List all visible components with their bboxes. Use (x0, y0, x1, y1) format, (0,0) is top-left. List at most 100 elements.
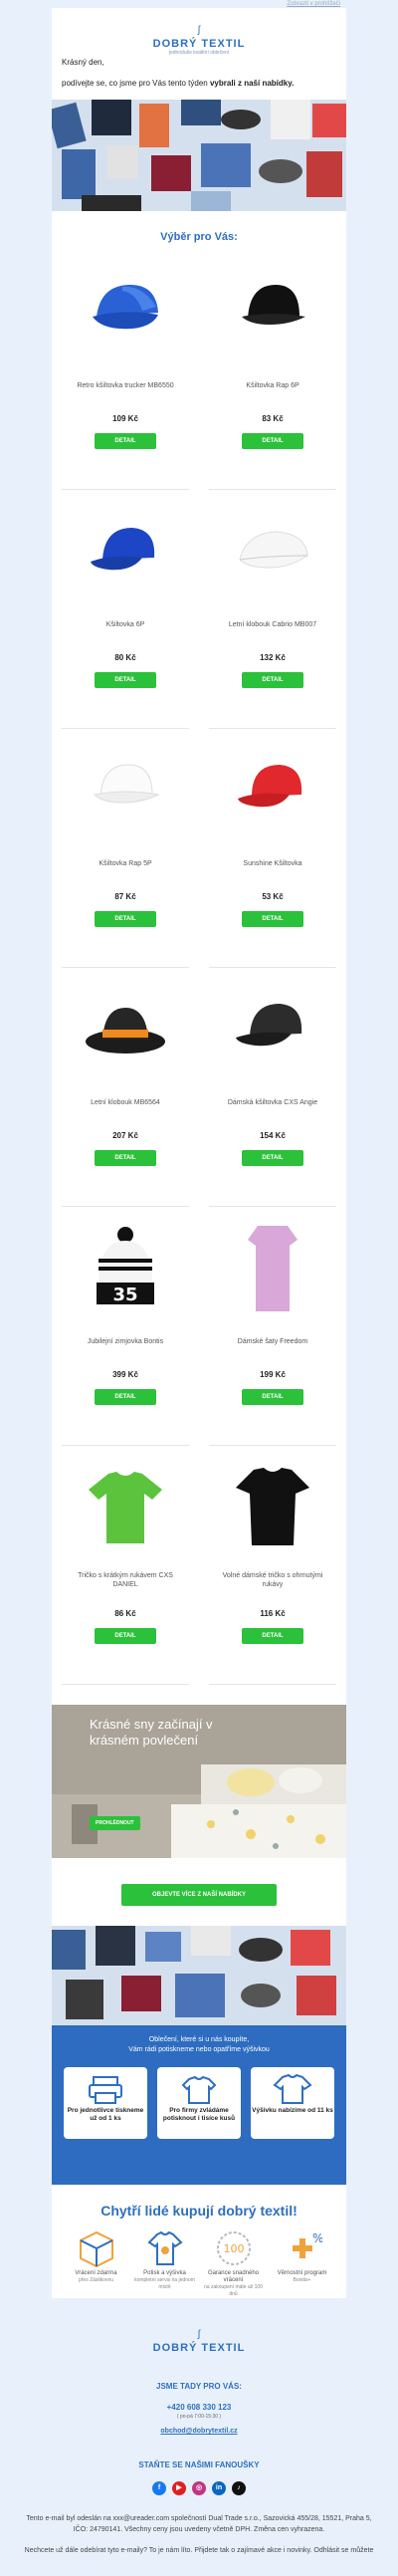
product-card[interactable]: Kšiltovka Rap 5P 87 Kč DETAIL (62, 729, 189, 968)
product-name[interactable]: Dámská kšiltovka CXS Angie (209, 1085, 336, 1119)
legal-text: Tento e-mail byl odeslán na xxx@ureader.… (26, 2515, 372, 2533)
product-image[interactable] (209, 1207, 336, 1316)
print-services-line1: Oblečení, které si u nás koupíte, (148, 2036, 250, 2043)
product-image[interactable] (62, 1446, 189, 1555)
usp-sub-text: Bonitis+ (293, 2277, 311, 2283)
product-card[interactable]: Volné dámské tričko s ohrnutými rukávy 11… (209, 1446, 336, 1685)
product-card[interactable]: Tričko s krátkým rukávem CXS DANIEL 86 Kč… (62, 1446, 189, 1685)
product-name[interactable]: Retro kšiltovka trucker MB6550 (62, 368, 189, 402)
intro-line-start: podívejte se, co jsme pro Vás tento týde… (62, 79, 210, 88)
black-cap-icon (230, 994, 315, 1068)
product-image[interactable] (209, 729, 336, 838)
product-name[interactable]: Kšiltovka 6P (62, 607, 189, 641)
product-detail-button[interactable]: DETAIL (242, 672, 303, 688)
intro-line-bold: vybrali z naší nabídky. (209, 79, 295, 88)
product-name[interactable]: Letní klobouk MB6564 (62, 1085, 189, 1119)
product-card[interactable]: Letní klobouk MB6564 207 Kč DETAIL (62, 968, 189, 1207)
print-services-section: Oblečení, které si u nás koupíte, Vám rá… (52, 2025, 346, 2185)
view-in-browser-link[interactable]: Zobrazit v prohlížeči (287, 1, 340, 7)
product-image[interactable] (62, 968, 189, 1077)
print-features: Pro jednotlivce tiskneme už od 1 ks Pro f… (52, 2067, 346, 2139)
product-name[interactable]: Sunshine Kšiltovka (209, 846, 336, 880)
bedding-browse-button[interactable]: PROHLÉDNOUT (90, 1816, 140, 1830)
contact-phone[interactable]: +420 608 330 123 (0, 2403, 398, 2412)
product-card[interactable]: Dámské šaty Freedom 199 Kč DETAIL (209, 1207, 336, 1446)
product-name[interactable]: Tričko s krátkým rukávem CXS DANIEL (62, 1563, 189, 1597)
usp-sub-text: přes Zásilkovnu (78, 2277, 113, 2283)
hanger-icon: ʃ (197, 25, 201, 36)
product-detail-button[interactable]: DETAIL (242, 1389, 303, 1405)
youtube-icon[interactable]: ▶ (172, 2481, 186, 2495)
product-image[interactable] (62, 490, 189, 599)
box-icon (65, 2228, 128, 2270)
product-card[interactable]: 35 Jubilejní zimjovka Bontis 399 Kč DETAIL (62, 1207, 189, 1446)
product-price: 80 Kč (114, 653, 136, 662)
product-card[interactable]: Kšiltovka 6P 80 Kč DETAIL (62, 490, 189, 729)
product-price: 132 Kč (260, 653, 286, 662)
contact-email[interactable]: obchod@dobrytextil.cz (0, 2428, 398, 2435)
product-name[interactable]: Kšiltovka Rap 6P (209, 368, 336, 402)
clothing-banner-2[interactable] (52, 1926, 346, 2025)
product-detail-button[interactable]: DETAIL (95, 1150, 156, 1166)
usp-title-text: Garance snadného vrácení (207, 2270, 260, 2283)
footer-brand-logo[interactable]: ʃ DOBRÝ TEXTIL (153, 2324, 246, 2354)
product-image[interactable] (209, 251, 336, 360)
product-name[interactable]: Letní klobouk Cabrio MB007 (209, 607, 336, 641)
red-cap-icon (230, 755, 315, 829)
summer-hat-icon (83, 994, 168, 1068)
product-detail-button[interactable]: DETAIL (95, 433, 156, 449)
product-card[interactable]: Letní klobouk Cabrio MB007 132 Kč DETAIL (209, 490, 336, 729)
product-image[interactable] (209, 968, 336, 1077)
bedding-banner[interactable]: Krásné sny začínají v krásném povlečení … (52, 1705, 346, 1858)
black-tshirt-icon (230, 1462, 315, 1556)
product-image[interactable]: 35 (62, 1207, 189, 1316)
product-name[interactable]: Dámské šaty Freedom (209, 1324, 336, 1358)
product-name[interactable]: Jubilejní zimjovka Bontis (62, 1324, 189, 1358)
print-feature: Výšivku nabízíme od 11 ks (251, 2067, 334, 2139)
product-grid: Retro kšiltovka trucker MB6550 109 Kč DETA… (52, 251, 346, 1685)
svg-text:35: 35 (112, 1285, 137, 1305)
product-image[interactable] (62, 729, 189, 838)
instagram-icon[interactable]: ◎ (192, 2481, 206, 2495)
cabrio-hat-icon (230, 516, 315, 590)
product-detail-button[interactable]: DETAIL (95, 672, 156, 688)
product-detail-button[interactable]: DETAIL (242, 911, 303, 927)
clothing-banner[interactable] (52, 100, 346, 211)
clothing-flatlay-image (52, 100, 346, 211)
product-image[interactable] (209, 490, 336, 599)
product-card[interactable]: Kšiltovka Rap 6P 83 Kč DETAIL (209, 251, 336, 490)
facebook-icon[interactable]: f (152, 2481, 166, 2495)
product-name[interactable]: Volné dámské tričko s ohrnutými rukávy (209, 1563, 336, 1597)
product-card[interactable]: Retro kšiltovka trucker MB6550 109 Kč DETA… (62, 251, 189, 490)
product-card[interactable]: Dámská kšiltovka CXS Angie 154 Kč DETAIL (209, 968, 336, 1207)
product-detail-button[interactable]: DETAIL (95, 911, 156, 927)
print-services-text: Oblečení, které si u nás koupíte, Vám rá… (52, 2025, 346, 2055)
tiktok-icon[interactable]: ♪ (232, 2481, 246, 2495)
product-detail-button[interactable]: DETAIL (242, 1150, 303, 1166)
product-detail-button[interactable]: DETAIL (95, 1628, 156, 1644)
contact-title: JSME TADY PRO VÁS: (156, 2382, 242, 2391)
product-price: 116 Kč (260, 1609, 286, 1618)
linkedin-icon[interactable]: in (212, 2481, 226, 2495)
contact-hours: ( po-pá 7:00-15:30 ) (176, 2414, 222, 2420)
usp-item: Potisk a výšivka kompletní servis na jedn… (133, 2228, 197, 2298)
usp-title-text: Potisk a výšivka (143, 2270, 186, 2276)
product-detail-button[interactable]: DETAIL (242, 433, 303, 449)
dress-icon (230, 1220, 315, 1320)
product-name[interactable]: Kšiltovka Rap 5P (62, 846, 189, 880)
stack-tshirts-icon (157, 2073, 241, 2107)
trucker-cap-icon (83, 277, 168, 351)
brand-logo[interactable]: ʃ DOBRÝ TEXTIL jednoduše kvalitní obleče… (153, 20, 246, 56)
discover-more-button[interactable]: OBJEVTE VÍCE Z NAŠÍ NABÍDKY (121, 1884, 277, 1906)
footer-brand-name: DOBRÝ TEXTIL (152, 2342, 246, 2354)
product-card[interactable]: Sunshine Kšiltovka 53 Kč DETAIL (209, 729, 336, 968)
product-image[interactable] (209, 1446, 336, 1555)
product-detail-button[interactable]: DETAIL (242, 1628, 303, 1644)
tshirt-icon (251, 2073, 334, 2107)
bedding-banner-text: Krásné sny začínají v krásném povlečení (90, 1717, 213, 1748)
product-image[interactable] (62, 251, 189, 360)
product-detail-button[interactable]: DETAIL (95, 1389, 156, 1405)
product-price: 87 Kč (114, 892, 136, 901)
hanger-icon: ʃ (197, 2329, 201, 2340)
usp-sub-text: kompletní servis na jednom místě (134, 2277, 195, 2290)
